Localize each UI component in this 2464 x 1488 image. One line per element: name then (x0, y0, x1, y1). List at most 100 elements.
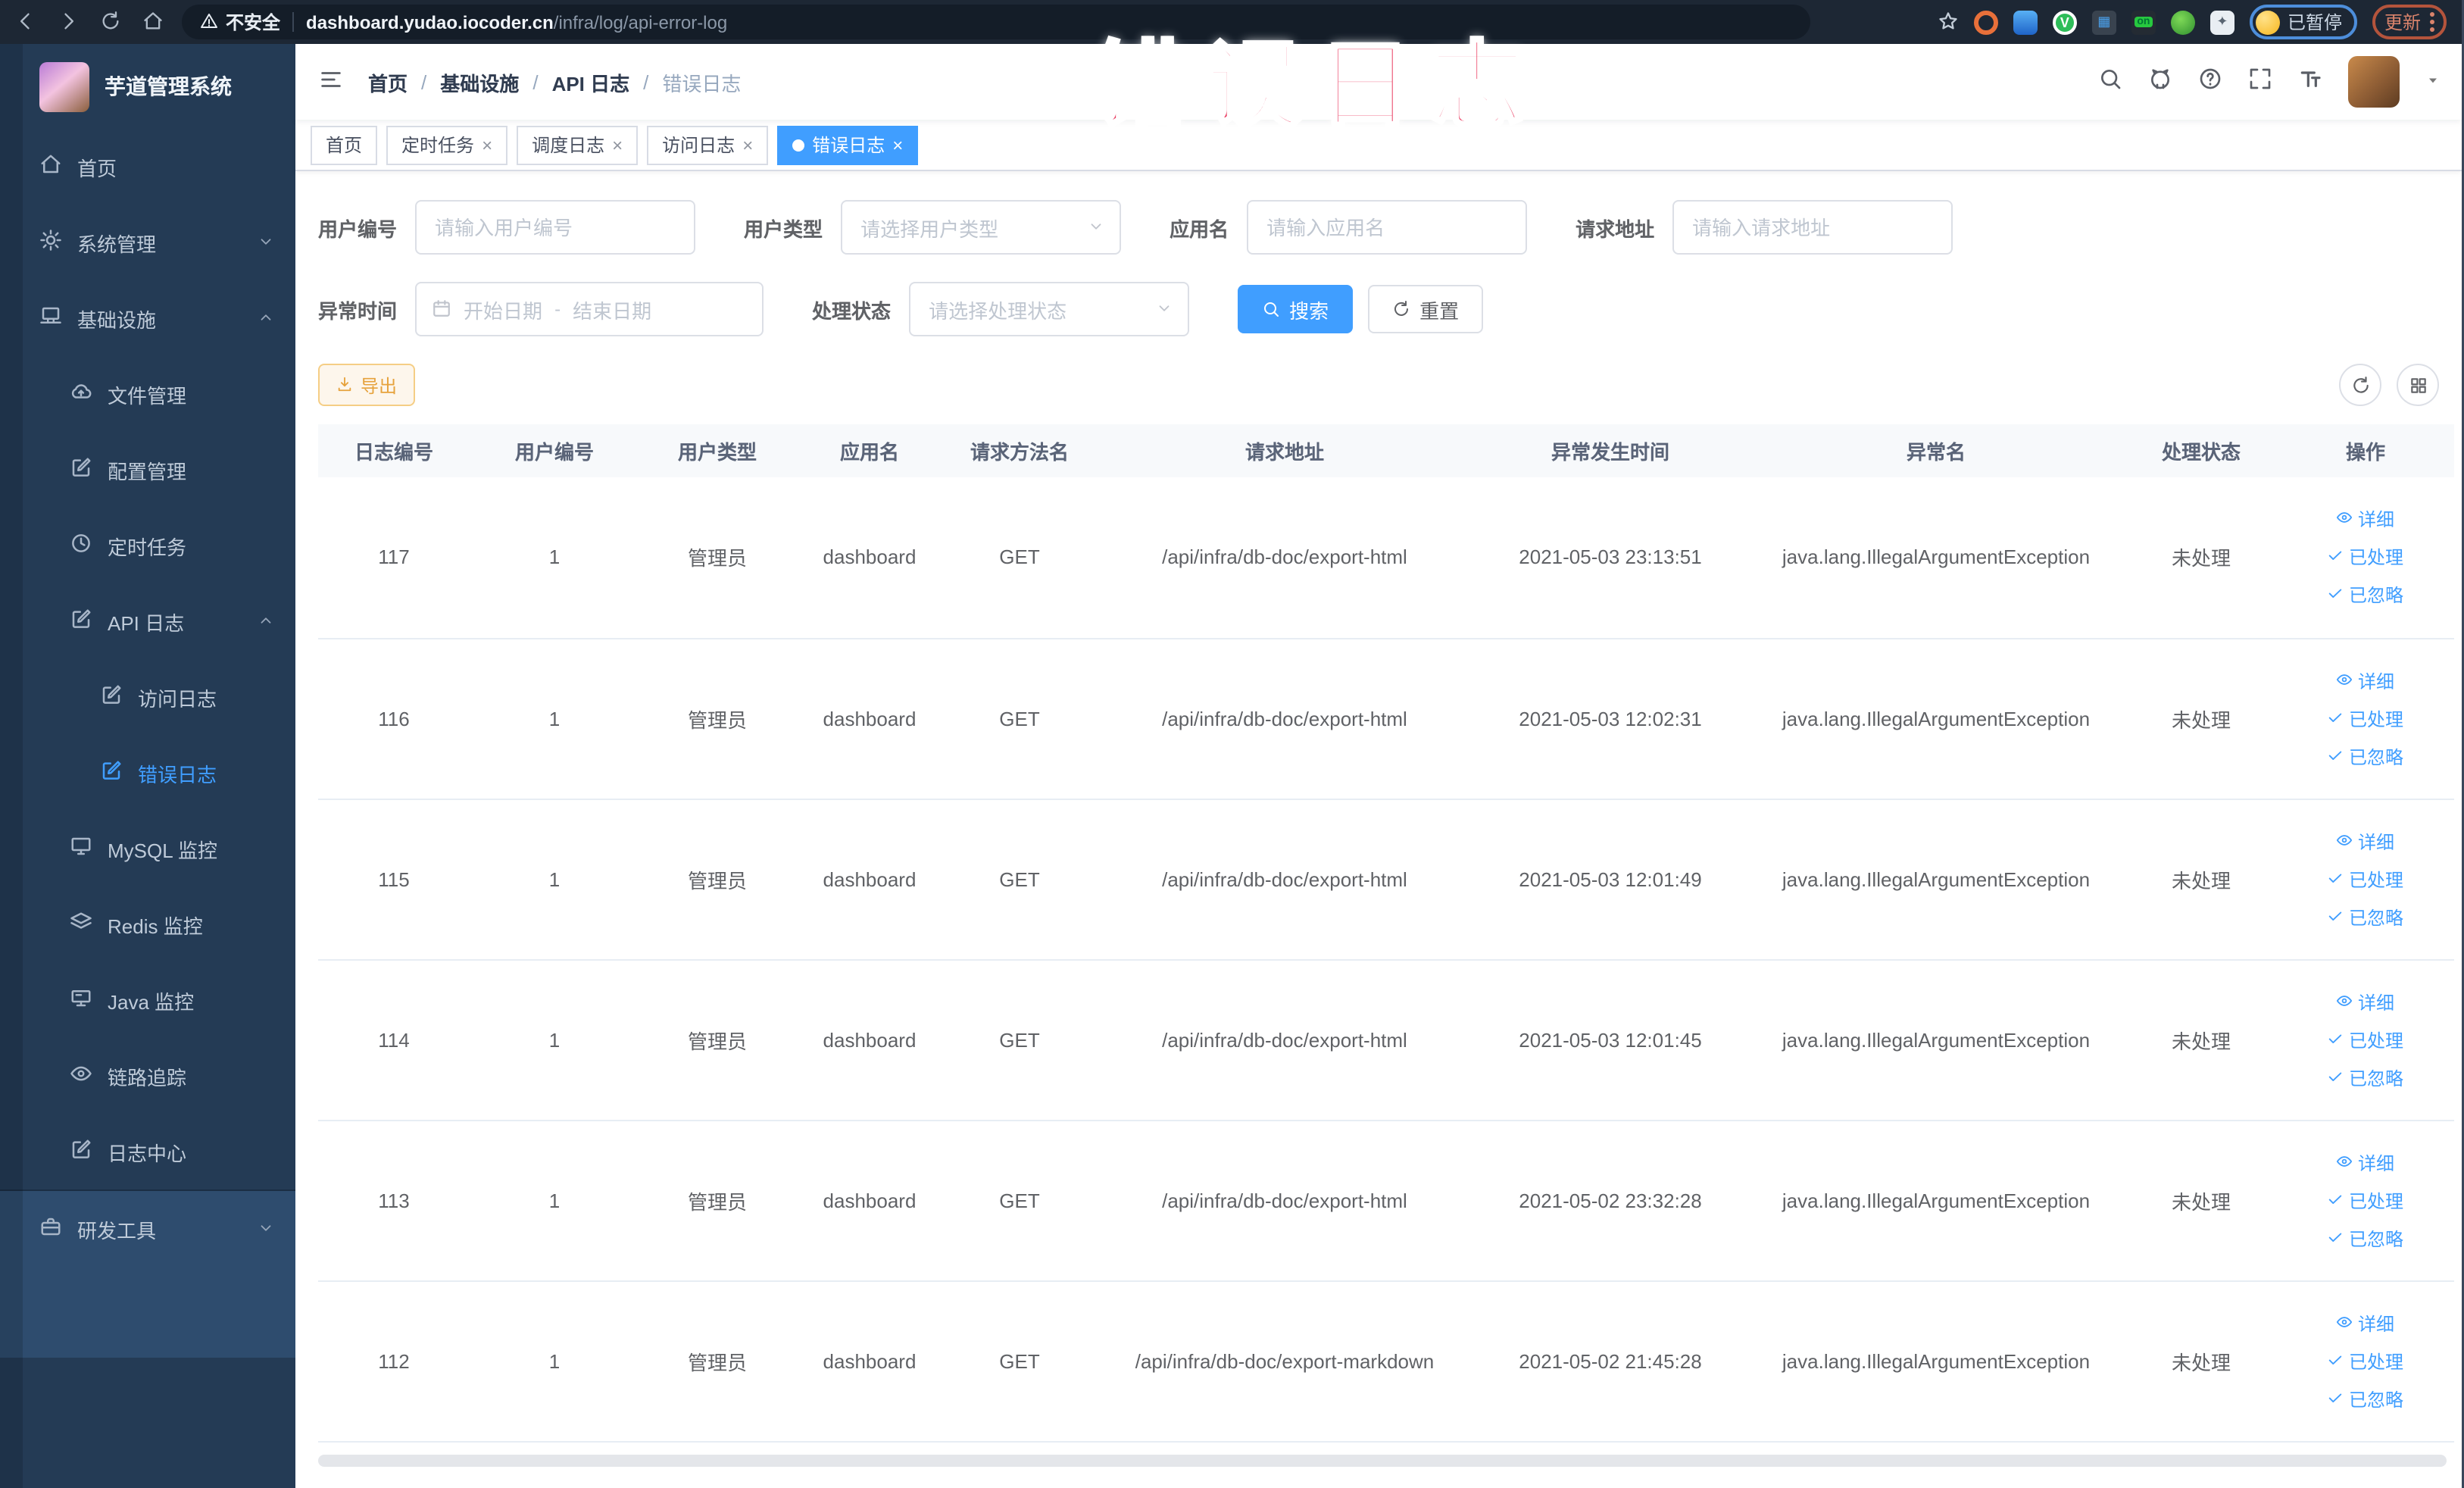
breadcrumb-infrastructure[interactable]: 基础设施 (440, 67, 519, 96)
detail-link[interactable]: 详细 (2337, 507, 2394, 533)
github-icon[interactable] (2148, 67, 2172, 96)
breadcrumb: 首页 / 基础设施 / API 日志 / 错误日志 (368, 67, 741, 96)
log-edit-icon (100, 760, 123, 786)
profile-paused-chip[interactable]: 已暂停 (2249, 5, 2357, 39)
export-button[interactable]: 导出 (318, 364, 416, 406)
log-edit-icon (70, 1139, 92, 1164)
extension-blue-shield-icon[interactable] (2013, 10, 2038, 34)
table-columns-button[interactable] (2397, 364, 2439, 406)
exception-time-range-picker[interactable]: 开始日期 - 结束日期 (415, 282, 764, 336)
extension-green-leaf-icon[interactable] (2170, 10, 2195, 34)
extension-grid-icon[interactable]: ▦ (2091, 10, 2116, 34)
cell-exception: java.lang.IllegalArgumentException (1747, 477, 2125, 639)
top-navbar: 首页 / 基础设施 / API 日志 / 错误日志 (295, 44, 2462, 120)
col-user-type: 用户类型 (639, 424, 795, 477)
mark-handled-link[interactable]: 已处理 (2328, 545, 2403, 571)
sidebar-item-home[interactable]: 首页 (0, 129, 295, 205)
cell-log-id: 114 (318, 959, 470, 1121)
detail-link[interactable]: 详细 (2337, 667, 2394, 693)
horizontal-scrollbar[interactable] (318, 1455, 2447, 1467)
detail-link[interactable]: 详细 (2337, 828, 2394, 854)
fullscreen-icon[interactable] (2248, 67, 2272, 96)
sidebar-item-scheduled-tasks[interactable]: 定时任务 (0, 508, 295, 583)
table-refresh-button[interactable] (2339, 364, 2381, 406)
breadcrumb-api-log[interactable]: API 日志 (552, 67, 630, 96)
browser-reload-icon[interactable] (100, 10, 121, 34)
browser-forward-icon[interactable] (58, 10, 79, 34)
close-icon[interactable]: × (742, 136, 753, 154)
sidebar-item-java-monitor[interactable]: Java 监控 (0, 962, 295, 1038)
extension-on-badge-icon[interactable]: on (2131, 10, 2156, 34)
search-button[interactable]: 搜索 (1238, 285, 1354, 333)
mark-ignored-link[interactable]: 已忽略 (2328, 583, 2403, 608)
layers-icon (70, 911, 92, 937)
mark-ignored-link[interactable]: 已忽略 (2328, 743, 2403, 769)
close-icon[interactable]: × (482, 136, 492, 154)
browser-back-icon[interactable] (15, 10, 36, 34)
header-search-icon[interactable] (2098, 67, 2122, 96)
cell-time: 2021-05-03 12:01:49 (1474, 799, 1747, 960)
sidebar-item-label: 研发工具 (77, 1219, 157, 1242)
mark-handled-link[interactable]: 已处理 (2328, 705, 2403, 731)
extension-orange-icon[interactable] (1973, 10, 1998, 34)
mark-handled-link[interactable]: 已处理 (2328, 1027, 2403, 1052)
mark-ignored-link[interactable]: 已忽略 (2328, 1064, 2403, 1090)
sidebar-item-dev-tools[interactable]: 研发工具 (0, 1191, 295, 1267)
tab-access-log[interactable]: 访问日志 × (647, 125, 769, 164)
sidebar-item-label: 错误日志 (138, 763, 217, 786)
sidebar-item-error-log[interactable]: 错误日志 (0, 735, 295, 811)
reset-button[interactable]: 重置 (1368, 285, 1484, 333)
sidebar-item-trace[interactable]: 链路追踪 (0, 1038, 295, 1114)
close-icon[interactable]: × (892, 136, 903, 154)
sidebar-item-access-log[interactable]: 访问日志 (0, 659, 295, 735)
sidebar-toggle-icon[interactable] (318, 67, 344, 97)
detail-link[interactable]: 详细 (2337, 989, 2394, 1014)
process-status-select[interactable]: 请选择处理状态 (909, 282, 1190, 336)
docs-help-icon[interactable] (2198, 67, 2222, 96)
cell-user-id: 1 (470, 959, 639, 1121)
mark-ignored-link[interactable]: 已忽略 (2328, 904, 2403, 930)
tab-home[interactable]: 首页 (311, 125, 378, 164)
cell-user-type: 管理员 (639, 799, 795, 960)
sidebar-item-redis-monitor[interactable]: Redis 监控 (0, 886, 295, 962)
sidebar-item-file-management[interactable]: 文件管理 (0, 356, 295, 432)
address-bar[interactable]: 不安全 dashboard.yudao.iocoder.cn/infra/log… (182, 5, 1810, 39)
tab-schedule-log[interactable]: 调度日志 × (517, 125, 639, 164)
tab-error-log[interactable]: 错误日志 × (777, 125, 919, 164)
extensions-puzzle-icon[interactable]: ✦ (2209, 10, 2234, 34)
tab-scheduled-tasks[interactable]: 定时任务 × (386, 125, 508, 164)
detail-link[interactable]: 详细 (2337, 1310, 2394, 1336)
user-id-input[interactable] (415, 200, 696, 255)
cell-exception: java.lang.IllegalArgumentException (1747, 1120, 2125, 1281)
bookmark-star-icon[interactable] (1938, 11, 1959, 34)
mark-ignored-link[interactable]: 已忽略 (2328, 1225, 2403, 1251)
mark-handled-link[interactable]: 已处理 (2328, 1187, 2403, 1213)
font-size-icon[interactable] (2298, 67, 2322, 96)
user-menu-caret-icon[interactable] (2425, 73, 2441, 91)
detail-link[interactable]: 详细 (2337, 1149, 2394, 1175)
sidebar-item-log-center[interactable]: 日志中心 (0, 1114, 295, 1189)
extension-green-v-icon[interactable]: V (2052, 10, 2077, 34)
sidebar-item-infrastructure[interactable]: 基础设施 (0, 280, 295, 356)
mark-handled-link[interactable]: 已处理 (2328, 1348, 2403, 1374)
mark-ignored-link[interactable]: 已忽略 (2328, 1386, 2403, 1411)
cell-status: 未处理 (2125, 959, 2277, 1121)
user-type-select[interactable]: 请选择用户类型 (841, 200, 1122, 255)
user-avatar[interactable] (2348, 56, 2400, 108)
sidebar-item-config-management[interactable]: 配置管理 (0, 432, 295, 508)
close-icon[interactable]: × (612, 136, 623, 154)
browser-menu-icon[interactable] (2430, 12, 2434, 32)
app-name-input[interactable] (1247, 200, 1528, 255)
request-url-input[interactable] (1672, 200, 1953, 255)
browser-update-button[interactable]: 更新 (2372, 5, 2447, 39)
request-url-label: 请求地址 (1576, 217, 1655, 240)
mark-handled-link[interactable]: 已处理 (2328, 866, 2403, 892)
breadcrumb-home[interactable]: 首页 (368, 67, 408, 96)
download-icon (336, 374, 353, 395)
security-warning-icon (200, 11, 218, 33)
cell-user-type: 管理员 (639, 1280, 795, 1442)
sidebar-item-api-log[interactable]: API 日志 (0, 583, 295, 659)
browser-home-icon[interactable] (142, 10, 164, 34)
sidebar-item-system-management[interactable]: 系统管理 (0, 205, 295, 280)
sidebar-item-mysql-monitor[interactable]: MySQL 监控 (0, 811, 295, 886)
